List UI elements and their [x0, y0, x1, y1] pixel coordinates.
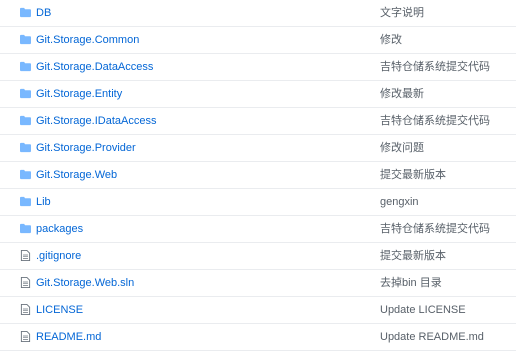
file-name-link[interactable]: Git.Storage.Provider — [36, 141, 136, 155]
file-list: DB 文字说明 Git.Storage.Common 修改 Git.Storag… — [0, 0, 516, 354]
commit-message-link[interactable]: Update LICENSE — [380, 303, 466, 317]
file-name-link[interactable]: README.md — [36, 330, 101, 344]
folder-icon — [20, 169, 31, 180]
folder-icon — [20, 142, 31, 153]
commit-message-link[interactable]: Update README.md — [380, 330, 484, 344]
commit-message-link[interactable]: 修改 — [380, 33, 402, 47]
file-row-git-storage-web[interactable]: Git.Storage.Web 提交最新版本 — [0, 162, 516, 189]
folder-icon — [20, 34, 31, 45]
commit-message-link[interactable]: 文字说明 — [380, 6, 424, 20]
file-name-link[interactable]: Git.Storage.IDataAccess — [36, 114, 156, 128]
file-row-git-storage-idataaccess[interactable]: Git.Storage.IDataAccess 吉特仓储系统提交代码 — [0, 108, 516, 135]
commit-message-link[interactable]: 提交最新版本 — [380, 168, 446, 182]
file-name-link[interactable]: .gitignore — [36, 249, 81, 263]
folder-icon — [20, 196, 31, 207]
file-row-packages[interactable]: packages 吉特仓储系统提交代码 — [0, 216, 516, 243]
file-name-link[interactable]: Lib — [36, 195, 51, 209]
file-row-db[interactable]: DB 文字说明 — [0, 0, 516, 27]
commit-message-link[interactable]: 吉特仓储系统提交代码 — [380, 60, 490, 74]
file-name-link[interactable]: DB — [36, 6, 51, 20]
folder-icon — [20, 88, 31, 99]
file-row-git-storage-dataaccess[interactable]: Git.Storage.DataAccess 吉特仓储系统提交代码 — [0, 54, 516, 81]
folder-icon — [20, 115, 31, 126]
commit-message-link[interactable]: 修改最新 — [380, 87, 424, 101]
commit-message-link[interactable]: 吉特仓储系统提交代码 — [380, 222, 490, 236]
commit-message-link[interactable]: 吉特仓储系统提交代码 — [380, 114, 490, 128]
file-name-link[interactable]: LICENSE — [36, 303, 83, 317]
file-row-gitignore[interactable]: .gitignore 提交最新版本 — [0, 243, 516, 270]
folder-icon — [20, 61, 31, 72]
file-name-link[interactable]: Git.Storage.Common — [36, 33, 139, 47]
file-icon — [20, 277, 31, 288]
commit-message-link[interactable]: gengxin — [380, 195, 419, 209]
commit-message-link[interactable]: 提交最新版本 — [380, 249, 446, 263]
file-name-link[interactable]: Git.Storage.Entity — [36, 87, 122, 101]
file-row-lib[interactable]: Lib gengxin — [0, 189, 516, 216]
folder-icon — [20, 223, 31, 234]
file-name-link[interactable]: Git.Storage.Web — [36, 168, 117, 182]
file-row-license[interactable]: LICENSE Update LICENSE — [0, 297, 516, 324]
folder-icon — [20, 7, 31, 18]
file-row-git-storage-provider[interactable]: Git.Storage.Provider 修改问题 — [0, 135, 516, 162]
file-name-link[interactable]: Git.Storage.DataAccess — [36, 60, 153, 74]
file-row-git-storage-common[interactable]: Git.Storage.Common 修改 — [0, 27, 516, 54]
file-icon — [20, 331, 31, 342]
file-icon — [20, 304, 31, 315]
commit-message-link[interactable]: 修改问题 — [380, 141, 424, 155]
file-name-link[interactable]: packages — [36, 222, 83, 236]
file-icon — [20, 250, 31, 261]
commit-message-link[interactable]: 去掉bin 目录 — [380, 276, 442, 290]
file-row-git-storage-web-sln[interactable]: Git.Storage.Web.sln 去掉bin 目录 — [0, 270, 516, 297]
file-row-git-storage-entity[interactable]: Git.Storage.Entity 修改最新 — [0, 81, 516, 108]
file-name-link[interactable]: Git.Storage.Web.sln — [36, 276, 134, 290]
file-row-readme-md[interactable]: README.md Update README.md — [0, 324, 516, 351]
